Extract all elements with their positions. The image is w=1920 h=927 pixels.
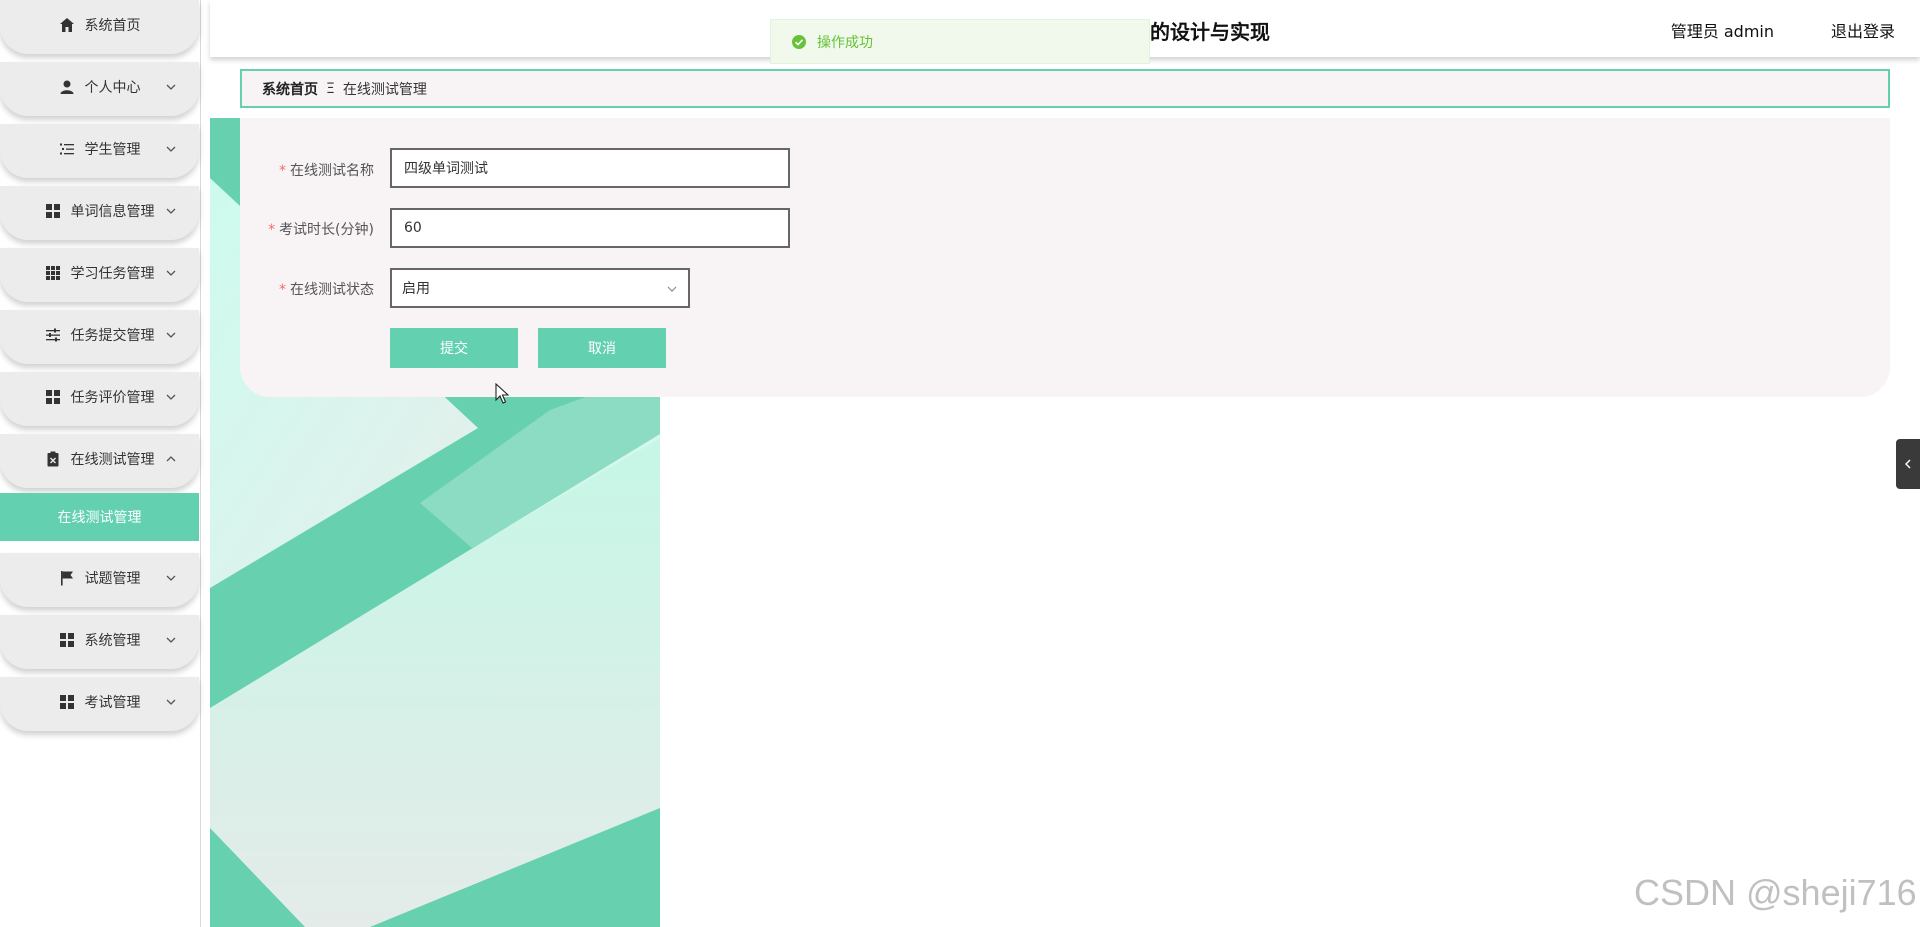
chevron-down-icon bbox=[166, 332, 176, 338]
form-card: *在线测试名称 *考试时长(分钟) *在线测试状态 启用 提交 取消 bbox=[240, 118, 1890, 397]
sidebar-item-students[interactable]: 学生管理 bbox=[0, 124, 199, 178]
sidebar-item-label: 系统首页 bbox=[84, 18, 141, 34]
grid-icon bbox=[45, 203, 61, 219]
app-title: 的设计与实现 bbox=[1150, 22, 1270, 44]
sidebar-item-online-test[interactable]: 在线测试管理 bbox=[0, 434, 199, 488]
status-select-value: 启用 bbox=[402, 281, 430, 297]
field-label-duration: * 考试时长(分钟) bbox=[268, 222, 374, 238]
sidebar-item-label: 任务评价管理 bbox=[70, 390, 155, 406]
list-icon bbox=[59, 141, 75, 157]
sidebar-item-label: 考试管理 bbox=[84, 695, 141, 711]
breadcrumb: 系统首页 Ξ 在线测试管理 bbox=[240, 69, 1890, 108]
sidebar-item-questions[interactable]: 试题管理 bbox=[0, 553, 199, 607]
sidebar-item-label: 系统管理 bbox=[84, 633, 141, 649]
sidebar-item-task-submit[interactable]: 任务提交管理 bbox=[0, 310, 199, 364]
required-mark: * bbox=[279, 282, 286, 298]
sidebar-item-system[interactable]: 系统管理 bbox=[0, 615, 199, 669]
sidebar-item-label: 学生管理 bbox=[84, 142, 141, 158]
logout-link[interactable]: 退出登录 bbox=[1831, 18, 1895, 42]
success-toast: 操作成功 bbox=[770, 19, 1150, 64]
submenu-online-test-manage[interactable]: 在线测试管理 bbox=[0, 493, 199, 541]
status-select[interactable]: 启用 bbox=[390, 268, 690, 308]
flag-icon bbox=[59, 570, 75, 586]
sliders-icon bbox=[45, 327, 61, 343]
grid-icon bbox=[59, 632, 75, 648]
sidebar-item-profile[interactable]: 个人中心 bbox=[0, 62, 199, 116]
breadcrumb-home[interactable]: 系统首页 bbox=[262, 79, 318, 99]
chevron-down-icon bbox=[166, 699, 176, 705]
sidebar-item-label: 单词信息管理 bbox=[70, 204, 155, 220]
sidebar-item-label: 任务提交管理 bbox=[70, 328, 155, 344]
chevron-down-icon bbox=[166, 270, 176, 276]
sidebar: 系统首页 个人中心 学生管理 单词信息管理 学习任务管理 任务提交管理 任务评价… bbox=[0, 0, 201, 927]
sidebar-item-study-tasks[interactable]: 学习任务管理 bbox=[0, 248, 199, 302]
field-label-status: * 在线测试状态 bbox=[279, 282, 374, 298]
grid-icon bbox=[59, 694, 75, 710]
field-label-test-name: * 在线测试名称 bbox=[279, 163, 374, 179]
chevron-down-icon bbox=[166, 575, 176, 581]
test-name-input[interactable] bbox=[390, 148, 790, 188]
required-mark: * bbox=[279, 163, 286, 179]
dots-grid-icon bbox=[45, 265, 61, 281]
home-icon bbox=[59, 17, 75, 33]
sidebar-item-word-info[interactable]: 单词信息管理 bbox=[0, 186, 199, 240]
required-mark: * bbox=[268, 222, 276, 238]
chevron-down-icon bbox=[166, 208, 176, 214]
sidebar-item-home[interactable]: 系统首页 bbox=[0, 0, 199, 54]
watermark: CSDN @sheji716 bbox=[1634, 872, 1917, 913]
sidebar-item-label: 个人中心 bbox=[84, 80, 141, 96]
grid-icon bbox=[45, 389, 61, 405]
chevron-down-icon bbox=[166, 394, 176, 400]
sidebar-item-task-review[interactable]: 任务评价管理 bbox=[0, 372, 199, 426]
chevron-left-icon bbox=[1905, 459, 1911, 469]
mouse-cursor-icon bbox=[495, 383, 509, 404]
chevron-down-icon bbox=[166, 146, 176, 152]
toast-message: 操作成功 bbox=[817, 34, 873, 51]
cancel-button[interactable]: 取消 bbox=[538, 328, 666, 368]
sidebar-item-label: 试题管理 bbox=[84, 571, 141, 587]
collapse-toggle[interactable] bbox=[1896, 439, 1920, 489]
sidebar-item-label: 在线测试管理 bbox=[70, 452, 155, 468]
user-label: 管理员 admin bbox=[1670, 22, 1774, 41]
chevron-down-icon bbox=[166, 84, 176, 90]
user-icon bbox=[59, 79, 75, 95]
chevron-down-icon bbox=[166, 637, 176, 643]
chevron-up-icon bbox=[166, 456, 176, 462]
sidebar-item-label: 学习任务管理 bbox=[70, 266, 155, 282]
duration-input[interactable] bbox=[390, 208, 790, 248]
breadcrumb-separator: Ξ bbox=[326, 80, 335, 97]
sidebar-item-exam[interactable]: 考试管理 bbox=[0, 677, 199, 731]
clipboard-icon bbox=[45, 451, 61, 467]
check-circle-icon bbox=[792, 34, 806, 49]
chevron-down-icon bbox=[667, 286, 677, 292]
submit-button[interactable]: 提交 bbox=[390, 328, 518, 368]
breadcrumb-current: 在线测试管理 bbox=[342, 81, 427, 98]
